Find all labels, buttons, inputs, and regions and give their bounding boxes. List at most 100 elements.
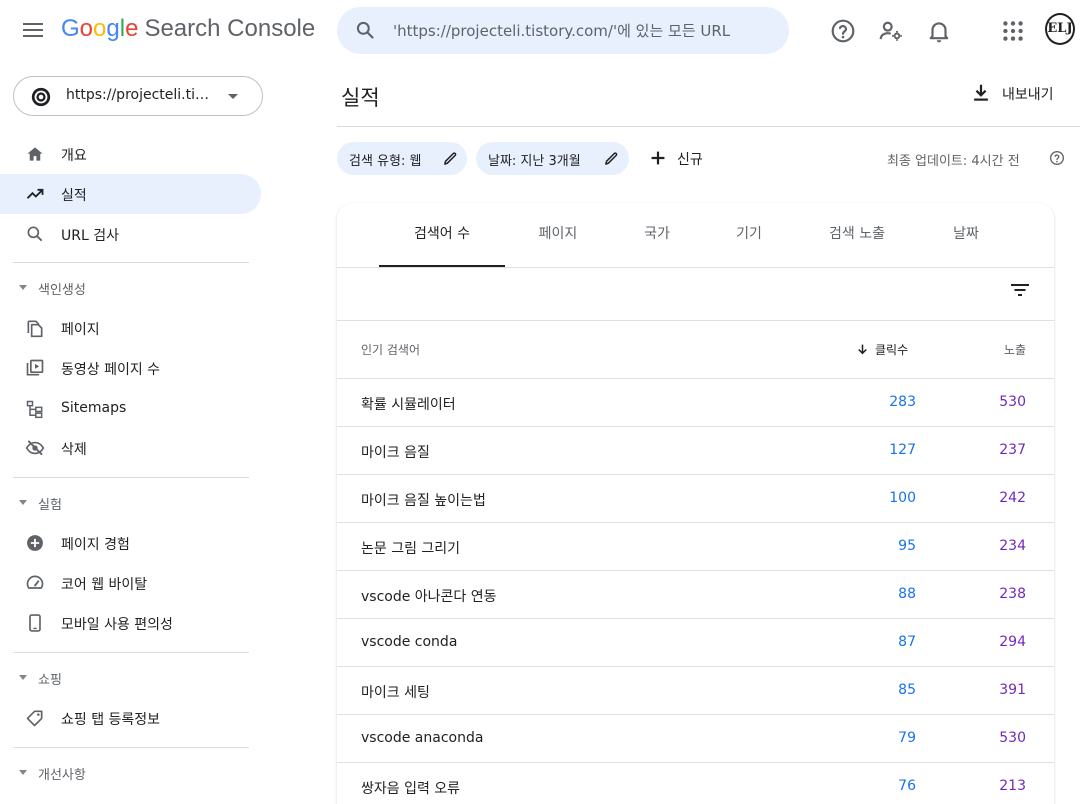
sidebar-item-core-web-vitals[interactable]: 코어 웹 바이탈 bbox=[0, 563, 261, 603]
new-filter-label: 신규 bbox=[677, 152, 703, 168]
sidebar-item-video-pages[interactable]: 동영상 페이지 수 bbox=[0, 348, 261, 388]
table-row[interactable]: 쌍자음 입력 오류 76 213 bbox=[337, 763, 1054, 804]
logo-letter: g bbox=[106, 15, 120, 42]
clicks-cell: 283 bbox=[889, 394, 916, 410]
sidebar-item-label: 쇼핑 탭 등록정보 bbox=[61, 712, 161, 728]
chip-label: 날짜: 지난 3개월 bbox=[488, 154, 581, 169]
tab-dates[interactable]: 날짜 bbox=[929, 203, 1003, 267]
manage-accounts-icon[interactable] bbox=[878, 18, 904, 44]
search-icon bbox=[356, 21, 374, 39]
date-filter-chip[interactable]: 날짜: 지난 3개월 bbox=[476, 142, 629, 175]
sidebar-divider bbox=[13, 652, 249, 653]
sidebar-item-label: 동영상 페이지 수 bbox=[61, 362, 161, 378]
visibility-off-icon bbox=[25, 440, 45, 456]
impressions-cell: 530 bbox=[999, 394, 1026, 410]
tab-pages[interactable]: 페이지 bbox=[515, 203, 601, 267]
menu-icon-line bbox=[23, 29, 43, 31]
phone-icon bbox=[29, 614, 41, 632]
plus-circle-icon bbox=[27, 535, 43, 551]
query-cell: 마이크 음질 bbox=[361, 445, 430, 461]
notifications-icon[interactable] bbox=[926, 18, 952, 44]
table-row[interactable]: 마이크 음질 127 237 bbox=[337, 427, 1054, 475]
table-row[interactable]: vscode anaconda 79 530 bbox=[337, 715, 1054, 763]
search-input[interactable] bbox=[393, 19, 773, 43]
header-divider bbox=[337, 126, 1080, 127]
arrow-down-icon bbox=[858, 344, 867, 355]
tab-search-appearance[interactable]: 검색 노출 bbox=[805, 203, 909, 267]
logo-letter: G bbox=[61, 15, 80, 42]
sidebar-item-shopping-tab-listings[interactable]: 쇼핑 탭 등록정보 bbox=[0, 698, 261, 738]
sitemap-icon bbox=[26, 400, 43, 419]
product-name: Search Console bbox=[144, 15, 316, 42]
pages-icon bbox=[27, 320, 43, 338]
sidebar-item-pages[interactable]: 페이지 bbox=[0, 308, 261, 348]
sidebar-item-page-experience[interactable]: 페이지 경험 bbox=[0, 523, 261, 563]
search-type-filter-chip[interactable]: 검색 유형: 웹 bbox=[337, 142, 467, 175]
main-menu-button[interactable] bbox=[20, 18, 46, 44]
impressions-cell: 294 bbox=[999, 634, 1026, 650]
clicks-cell: 79 bbox=[898, 730, 916, 746]
sidebar-item-label: URL 검사 bbox=[61, 228, 119, 244]
sidebar-item-sitemaps[interactable]: Sitemaps bbox=[0, 389, 261, 429]
table-row[interactable]: 확률 시뮬레이터 283 530 bbox=[337, 379, 1054, 427]
top-app-bar: GoogleSearch Console ELJ bbox=[0, 0, 1080, 64]
clicks-header-label: 클릭수 bbox=[875, 343, 909, 357]
query-cell: 확률 시뮬레이터 bbox=[361, 397, 456, 413]
sidebar-item-label: 페이지 bbox=[61, 322, 100, 338]
sidebar-item-performance[interactable]: 실적 bbox=[0, 174, 261, 214]
query-cell: vscode anaconda bbox=[361, 730, 484, 746]
filter-icon[interactable] bbox=[1009, 281, 1031, 299]
url-inspection-search[interactable] bbox=[337, 7, 789, 54]
impressions-cell: 391 bbox=[999, 682, 1026, 698]
sidebar-divider bbox=[13, 477, 249, 478]
home-icon bbox=[27, 147, 43, 161]
column-header-clicks[interactable]: 클릭수 bbox=[856, 341, 908, 358]
tab-queries[interactable]: 검색어 수 bbox=[379, 203, 505, 267]
performance-table-card: 검색어 수 페이지 국가 기기 검색 노출 날짜 인기 검색어 클릭수 노출 확… bbox=[337, 203, 1054, 804]
tab-devices[interactable]: 기기 bbox=[713, 203, 785, 267]
google-search-console-logo[interactable]: Google Search Console bbox=[61, 15, 315, 43]
logo-letter: o bbox=[79, 15, 94, 42]
help-icon[interactable] bbox=[1049, 150, 1065, 166]
clicks-cell: 87 bbox=[898, 634, 916, 650]
sidebar-item-removals[interactable]: 삭제 bbox=[0, 428, 261, 468]
table-row[interactable]: 마이크 음질 높이는법 100 242 bbox=[337, 475, 1054, 523]
query-cell: 쌍자음 입력 오류 bbox=[361, 781, 461, 797]
property-icon bbox=[31, 87, 51, 107]
table-row[interactable]: vscode conda 87 294 bbox=[337, 619, 1054, 667]
caret-down-icon bbox=[19, 285, 27, 290]
sidebar-item-label: 페이지 경험 bbox=[61, 537, 130, 553]
section-title: 실험 bbox=[38, 498, 62, 513]
table-row[interactable]: 마이크 세팅 85 391 bbox=[337, 667, 1054, 715]
column-header-top-queries: 인기 검색어 bbox=[361, 343, 421, 357]
edit-icon bbox=[605, 152, 618, 165]
section-title: 쇼핑 bbox=[38, 673, 62, 688]
table-row[interactable]: vscode 아나콘다 연동 88 238 bbox=[337, 571, 1054, 619]
search-icon bbox=[27, 226, 43, 242]
sidebar-item-label: Sitemaps bbox=[61, 400, 127, 416]
table-row[interactable]: 논문 그림 그리기 95 234 bbox=[337, 523, 1054, 571]
section-title: 색인생성 bbox=[38, 283, 86, 298]
download-icon bbox=[974, 84, 988, 101]
help-icon[interactable] bbox=[830, 18, 856, 44]
plus-icon bbox=[651, 151, 665, 165]
property-selector[interactable]: https://projecteli.tistory.com/ bbox=[13, 76, 263, 116]
clicks-cell: 127 bbox=[889, 442, 916, 458]
clicks-cell: 76 bbox=[898, 778, 916, 794]
sidebar-item-overview[interactable]: 개요 bbox=[0, 134, 261, 174]
query-cell: 마이크 음질 높이는법 bbox=[361, 493, 486, 509]
chip-label: 검색 유형: 웹 bbox=[349, 154, 422, 169]
sidebar-item-mobile-usability[interactable]: 모바일 사용 편의성 bbox=[0, 603, 261, 643]
menu-icon bbox=[23, 23, 43, 25]
caret-down-icon bbox=[19, 500, 27, 505]
impressions-cell: 242 bbox=[999, 490, 1026, 506]
account-avatar[interactable]: ELJ bbox=[1045, 13, 1075, 45]
tab-countries[interactable]: 국가 bbox=[621, 203, 693, 267]
apps-grid-icon[interactable] bbox=[1000, 18, 1026, 44]
last-updated-text: 최종 업데이트: 4시간 전 bbox=[887, 154, 1020, 169]
sidebar-divider bbox=[13, 747, 249, 748]
tag-icon bbox=[26, 710, 43, 727]
clicks-cell: 95 bbox=[898, 538, 916, 554]
column-header-impressions[interactable]: 노출 bbox=[1004, 341, 1026, 358]
sidebar-item-url-inspection[interactable]: URL 검사 bbox=[0, 214, 261, 254]
